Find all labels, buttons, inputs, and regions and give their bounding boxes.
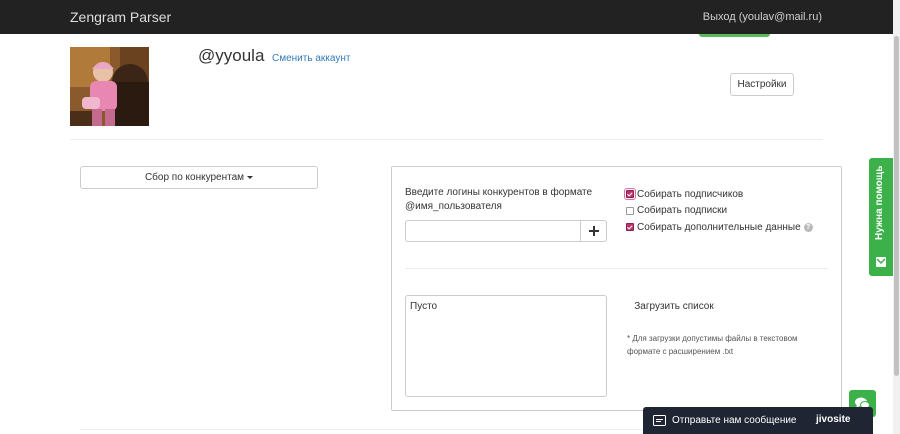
dropdown-label: Сбор по конкурентам bbox=[144, 172, 245, 183]
logout-link[interactable]: Выход (youlav@mail.ru) bbox=[703, 11, 822, 23]
green-tab-edge bbox=[699, 34, 770, 37]
page: Zengram Parser Выход (youlav@mail.ru) @y… bbox=[0, 0, 900, 434]
brand-link[interactable]: Zengram Parser bbox=[70, 9, 171, 25]
plus-icon bbox=[588, 226, 599, 236]
avatar bbox=[70, 47, 149, 126]
collection-mode-dropdown[interactable]: Сбор по конкурентам bbox=[80, 166, 318, 189]
extra-data-checkbox[interactable] bbox=[626, 223, 634, 231]
collect-options: Собирать подписчиков Собирать подписки С… bbox=[624, 186, 813, 236]
competitor-login-input[interactable] bbox=[405, 220, 581, 242]
page-scrollbar[interactable] bbox=[893, 0, 900, 434]
upload-note: * Для загрузки допустимы файлы в текстов… bbox=[627, 334, 798, 356]
message-icon bbox=[653, 415, 666, 426]
option-label: Собирать подписки bbox=[637, 205, 728, 216]
profile-username: @yyoula bbox=[198, 46, 265, 65]
mail-icon bbox=[876, 257, 886, 267]
add-login-button[interactable] bbox=[580, 220, 607, 242]
option-collect-followers[interactable]: Собирать подписчиков bbox=[624, 186, 813, 202]
competitor-list-textarea[interactable]: Пусто bbox=[405, 295, 607, 397]
option-collect-extra-data[interactable]: Собирать дополнительные данные ? bbox=[626, 219, 813, 235]
jivosite-logo: jivosite bbox=[816, 414, 851, 425]
login-instructions: Введите логины конкурентов в формате @им… bbox=[405, 187, 593, 212]
top-navbar: Zengram Parser Выход (youlav@mail.ru) bbox=[0, 0, 893, 34]
settings-button[interactable]: Настройки bbox=[730, 73, 794, 96]
divider bbox=[70, 139, 823, 140]
help-tab-label: Нужна помощь bbox=[874, 165, 885, 240]
caret-down-icon bbox=[247, 175, 254, 179]
following-checkbox[interactable] bbox=[626, 206, 634, 215]
option-collect-following[interactable]: Собирать подписки bbox=[626, 203, 813, 219]
scrollbar-thumb[interactable] bbox=[894, 36, 899, 376]
question-icon[interactable]: ? bbox=[803, 222, 813, 232]
switch-account-link[interactable]: Сменить аккаунт bbox=[272, 53, 350, 64]
option-label: Собирать дополнительные данные bbox=[637, 221, 801, 233]
panel-divider bbox=[405, 268, 828, 269]
option-label: Собирать подписчиков bbox=[637, 188, 744, 200]
upload-list-button[interactable]: Загрузить список bbox=[626, 295, 722, 318]
followers-checkbox[interactable] bbox=[624, 188, 636, 200]
chat-message-label: Отправьте нам сообщение bbox=[672, 415, 797, 426]
help-side-tab[interactable]: Нужна помощь bbox=[869, 158, 893, 276]
chat-launcher-bar[interactable]: Отправьте нам сообщение jivosite bbox=[643, 407, 873, 434]
